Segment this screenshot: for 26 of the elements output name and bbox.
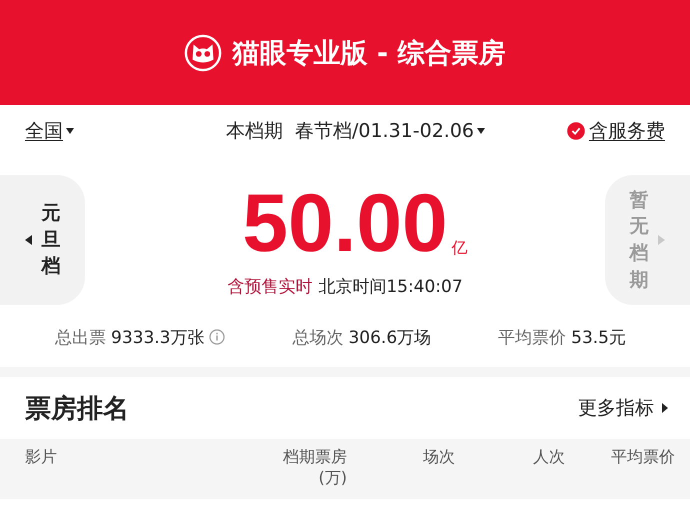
section-title: 票房排名 [25, 392, 129, 426]
period-dropdown[interactable]: 春节档/01.31-02.06 [294, 118, 486, 144]
stat-label: 平均票价 [498, 326, 566, 348]
column-header[interactable]: 影片 [25, 447, 57, 468]
region-dropdown[interactable]: 全国 [25, 118, 74, 144]
previous-period-button[interactable]: 元旦档 [0, 175, 85, 305]
unit-label: 亿 [452, 238, 468, 258]
service-fee-toggle[interactable]: 含服务费 [566, 118, 665, 144]
cat-logo-icon [184, 34, 222, 72]
stat-value: 9333.3万张 [111, 326, 204, 348]
stat-value: 53.5元 [571, 326, 626, 348]
stat-label: 总场次 [292, 326, 344, 348]
column-header[interactable]: 人次 [533, 447, 565, 468]
more-metrics-link[interactable]: 更多指标 [578, 395, 668, 421]
column-unit: (万) [318, 468, 347, 489]
column-header[interactable]: 档期票房 [283, 447, 347, 468]
column-header[interactable]: 平均票价 [611, 447, 675, 468]
total-box-office: 50.00 [242, 182, 448, 264]
stat-label: 总出票 [55, 326, 106, 348]
period-label: 本档期 [226, 119, 283, 144]
update-time: 北京时间15:40:07 [318, 276, 463, 298]
column-header[interactable]: 场次 [423, 447, 455, 468]
stat-value: 306.6万场 [348, 326, 432, 348]
info-icon[interactable] [209, 329, 226, 345]
presale-label: 含预售实时 [227, 276, 312, 298]
app-title: 猫眼专业版 - 综合票房 [232, 36, 506, 70]
